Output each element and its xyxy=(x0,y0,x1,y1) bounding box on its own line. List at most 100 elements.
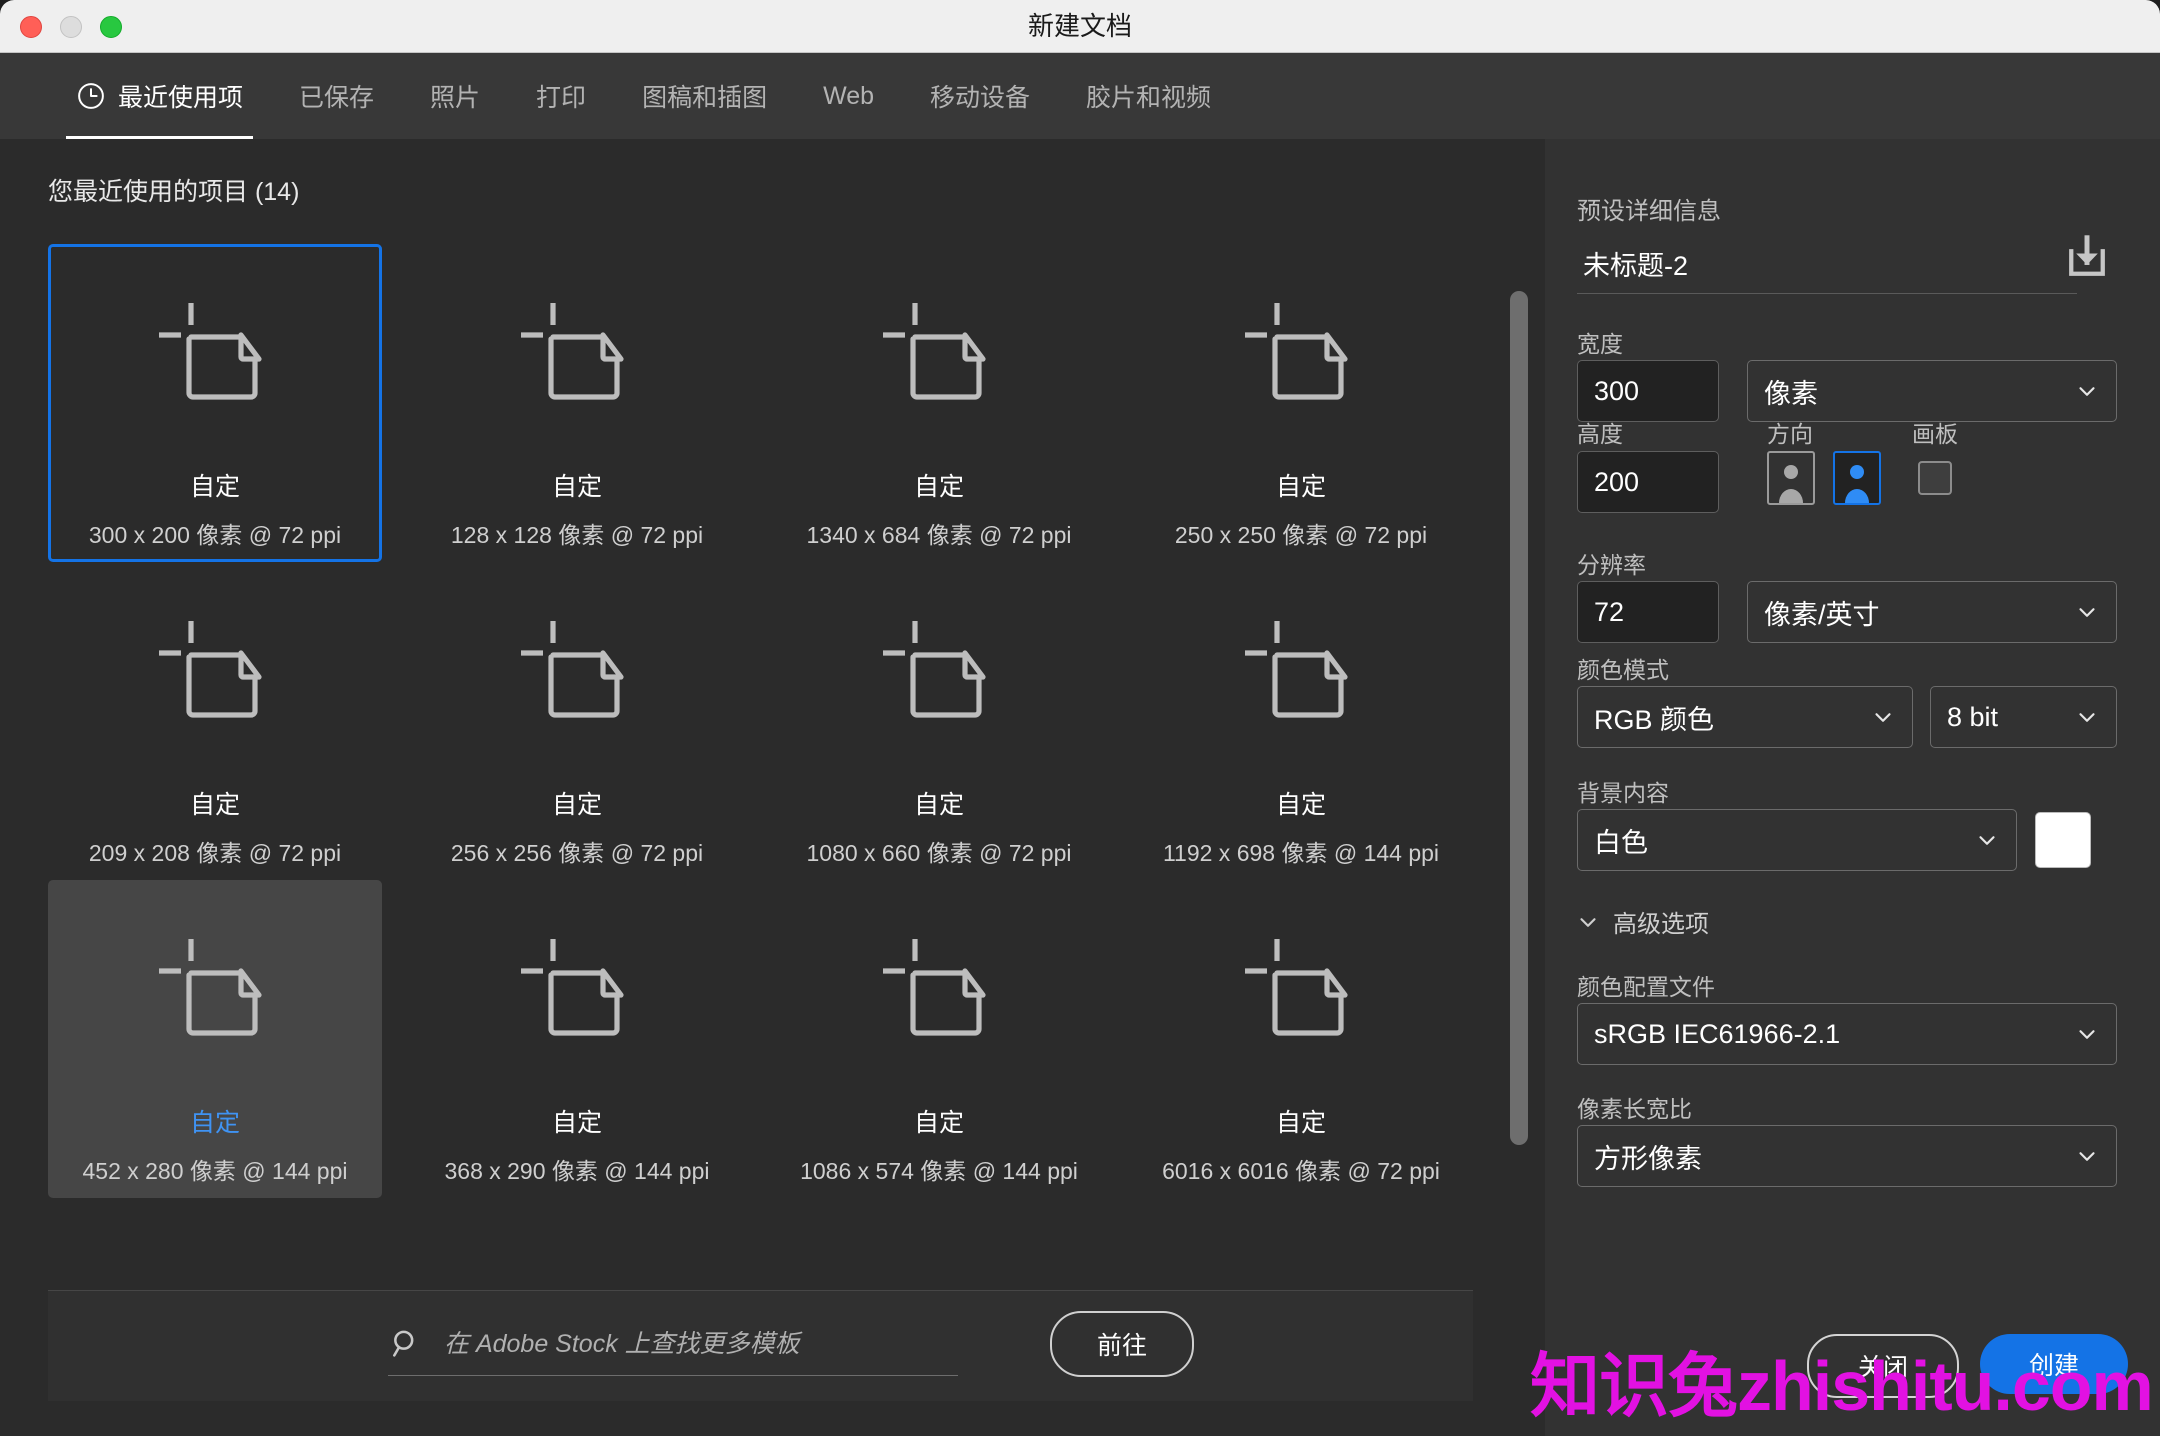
chevron-down-icon xyxy=(2079,1152,2095,1161)
new-document-icon xyxy=(521,621,624,718)
preset-card-name: 自定 xyxy=(189,473,240,501)
clock-icon xyxy=(78,83,104,109)
recent-items-pane: 您最近使用的项目 (14) 自定 300 x 200 像素 @ 72 ppi 自定… xyxy=(0,139,1545,1436)
tab-label: 图稿和插图 xyxy=(642,84,768,112)
tab-recent[interactable]: 最近使用项 xyxy=(48,53,271,139)
preset-card-name: 自定 xyxy=(913,1109,964,1137)
preset-card-size: 209 x 208 像素 @ 72 ppi xyxy=(88,840,342,866)
preset-card[interactable]: 自定 128 x 128 像素 @ 72 ppi xyxy=(410,244,744,562)
recent-heading: 您最近使用的项目 (14) xyxy=(48,178,300,206)
bit-depth-value: 8 bit xyxy=(1947,701,1999,732)
portrait-icon xyxy=(1779,465,1803,503)
color-mode-label: 颜色模式 xyxy=(1577,657,1669,683)
preset-card-size: 452 x 280 像素 @ 144 ppi xyxy=(82,1158,348,1184)
download-preset-icon[interactable] xyxy=(2060,231,2114,285)
stock-goto-button[interactable]: 前往 xyxy=(1050,1311,1194,1377)
new-document-icon xyxy=(1245,939,1348,1036)
new-document-icon xyxy=(883,621,986,718)
advanced-options-toggle[interactable]: 高级选项 xyxy=(1575,904,1709,939)
document-name-field[interactable] xyxy=(1577,235,2077,294)
chevron-down-icon xyxy=(2079,713,2095,722)
preset-card-size: 250 x 250 像素 @ 72 ppi xyxy=(1174,522,1428,548)
stock-search-field[interactable] xyxy=(388,1313,958,1376)
new-document-icon xyxy=(159,303,262,400)
preset-card[interactable]: 自定 1080 x 660 像素 @ 72 ppi xyxy=(772,562,1106,880)
preset-card[interactable]: 自定 1340 x 684 像素 @ 72 ppi xyxy=(772,244,1106,562)
tab-label: 胶片和视频 xyxy=(1086,84,1212,112)
tab-print[interactable]: 打印 xyxy=(508,53,614,139)
window-title: 新建文档 xyxy=(1027,11,1132,41)
new-document-icon xyxy=(159,939,262,1036)
chevron-down-icon xyxy=(2079,608,2095,617)
preset-card[interactable]: 自定 368 x 290 像素 @ 144 ppi xyxy=(410,880,744,1198)
preset-card[interactable]: 自定 1192 x 698 像素 @ 144 ppi xyxy=(1134,562,1468,880)
width-label: 宽度 xyxy=(1577,331,1623,357)
new-document-icon xyxy=(521,939,624,1036)
resolution-field[interactable] xyxy=(1577,581,1719,643)
preset-card[interactable]: 自定 300 x 200 像素 @ 72 ppi xyxy=(48,244,382,562)
tab-saved[interactable]: 已保存 xyxy=(271,53,402,139)
width-field[interactable] xyxy=(1577,360,1719,422)
tab-film-video[interactable]: 胶片和视频 xyxy=(1058,53,1239,139)
stock-search-input[interactable] xyxy=(442,1328,926,1360)
pixel-aspect-value: 方形像素 xyxy=(1594,1143,1702,1174)
create-button[interactable]: 创建 xyxy=(1980,1334,2128,1394)
preset-card-name: 自定 xyxy=(913,473,964,501)
preset-card[interactable]: 自定 6016 x 6016 像素 @ 72 ppi xyxy=(1134,880,1468,1198)
preset-card[interactable]: 自定 256 x 256 像素 @ 72 ppi xyxy=(410,562,744,880)
resolution-input[interactable] xyxy=(1578,582,1718,642)
resolution-unit-select[interactable]: 像素/英寸 xyxy=(1747,581,2117,643)
background-select[interactable]: 白色 xyxy=(1577,809,2017,871)
resolution-label: 分辨率 xyxy=(1577,552,1646,578)
preset-card-size: 368 x 290 像素 @ 144 ppi xyxy=(444,1158,710,1184)
preset-card-name: 自定 xyxy=(189,791,240,819)
preset-card[interactable]: 自定 452 x 280 像素 @ 144 ppi xyxy=(48,880,382,1198)
new-document-icon xyxy=(1245,621,1348,718)
new-document-dialog: 新建文档 最近使用项 已保存 照片 打印 图稿和插图 Web 移动设备 胶片和视… xyxy=(0,0,2160,1436)
panel-heading: 预设详细信息 xyxy=(1577,198,1721,225)
new-document-icon xyxy=(1245,303,1348,400)
tab-label: 已保存 xyxy=(299,84,375,112)
preset-card[interactable]: 自定 1086 x 574 像素 @ 144 ppi xyxy=(772,880,1106,1198)
recent-scrollbar[interactable] xyxy=(1510,291,1528,1145)
artboard-checkbox[interactable] xyxy=(1918,461,1952,495)
height-field[interactable] xyxy=(1577,451,1719,513)
preset-card-size: 6016 x 6016 像素 @ 72 ppi xyxy=(1162,1158,1440,1184)
preset-card-size: 128 x 128 像素 @ 72 ppi xyxy=(450,522,704,548)
chevron-down-icon xyxy=(1580,917,1596,927)
category-tabbar: 最近使用项 已保存 照片 打印 图稿和插图 Web 移动设备 胶片和视频 xyxy=(0,53,2160,139)
height-input[interactable] xyxy=(1578,452,1718,512)
color-profile-label: 颜色配置文件 xyxy=(1577,974,1715,1000)
adobe-stock-bar: 前往 xyxy=(48,1290,1473,1401)
landscape-orientation-button[interactable] xyxy=(1833,451,1881,505)
preset-card[interactable]: 自定 250 x 250 像素 @ 72 ppi xyxy=(1134,244,1468,562)
tab-photo[interactable]: 照片 xyxy=(402,53,508,139)
background-value: 白色 xyxy=(1594,827,1648,858)
width-unit-select[interactable]: 像素 xyxy=(1747,360,2117,422)
tab-label: 移动设备 xyxy=(930,84,1031,112)
preset-card-size: 1340 x 684 像素 @ 72 ppi xyxy=(806,522,1072,548)
chevron-down-icon xyxy=(1979,836,1995,845)
close-button[interactable]: 关闭 xyxy=(1807,1334,1959,1398)
portrait-orientation-button[interactable] xyxy=(1767,451,1815,505)
width-unit-value: 像素 xyxy=(1764,378,1818,409)
pixel-aspect-select[interactable]: 方形像素 xyxy=(1577,1125,2117,1187)
tab-web[interactable]: Web xyxy=(795,53,902,139)
background-color-swatch[interactable] xyxy=(2035,812,2091,868)
width-input[interactable] xyxy=(1578,361,1718,421)
preset-card[interactable]: 自定 209 x 208 像素 @ 72 ppi xyxy=(48,562,382,880)
chevron-down-icon xyxy=(1875,713,1891,722)
preset-card-size: 300 x 200 像素 @ 72 ppi xyxy=(88,522,342,548)
tab-art[interactable]: 图稿和插图 xyxy=(614,53,795,139)
tab-label: Web xyxy=(823,81,875,110)
bit-depth-select[interactable]: 8 bit xyxy=(1930,686,2117,748)
color-mode-select[interactable]: RGB 颜色 xyxy=(1577,686,1913,748)
document-name-input[interactable] xyxy=(1577,235,2067,291)
pixel-aspect-label: 像素长宽比 xyxy=(1577,1096,1692,1122)
preset-card-name: 自定 xyxy=(1275,473,1326,501)
preset-card-size: 1192 x 698 像素 @ 144 ppi xyxy=(1162,840,1440,866)
color-profile-select[interactable]: sRGB IEC61966-2.1 xyxy=(1577,1003,2117,1065)
tab-mobile[interactable]: 移动设备 xyxy=(902,53,1058,139)
scrollbar-thumb[interactable] xyxy=(1510,291,1528,1145)
window-titlebar: 新建文档 xyxy=(0,0,2160,53)
